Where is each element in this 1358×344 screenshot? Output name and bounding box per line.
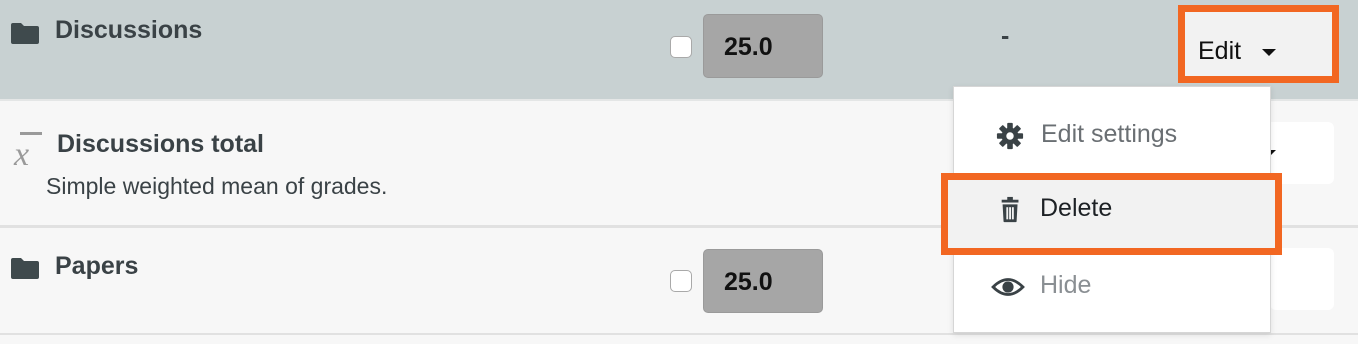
divider <box>0 333 1358 335</box>
category-total-name: Discussions total <box>57 130 264 158</box>
weight-override-checkbox[interactable] <box>670 36 692 58</box>
folder-icon <box>10 21 39 44</box>
weight-input[interactable]: 25.0 <box>703 249 823 313</box>
weight-override-checkbox[interactable] <box>670 270 692 292</box>
max-grade-value: - <box>1001 22 1010 50</box>
folder-icon <box>10 256 39 279</box>
edit-button-behind-menu <box>1270 248 1334 310</box>
menu-item-label: Hide <box>1040 271 1092 299</box>
eye-icon <box>991 278 1025 296</box>
weight-input[interactable]: 25.0 <box>703 14 823 78</box>
category-name: Papers <box>55 252 139 280</box>
edit-menu-button[interactable]: Edit <box>1178 5 1339 83</box>
edit-dropdown-menu-overlay: Delete Hide <box>953 86 1271 333</box>
edit-button-label: Edit <box>1198 37 1242 65</box>
category-name: Discussions <box>55 16 203 44</box>
aggregation-description: Simple weighted mean of grades. <box>46 173 388 199</box>
mean-xbar-icon: x <box>13 132 42 169</box>
chevron-down-icon <box>1262 49 1276 56</box>
menu-item-hide[interactable]: Hide <box>953 255 1269 315</box>
menu-item-delete[interactable]: Delete <box>953 178 1269 238</box>
svg-text:x: x <box>13 136 29 169</box>
menu-item-label: Delete <box>1040 194 1113 222</box>
trash-icon <box>1001 196 1019 223</box>
